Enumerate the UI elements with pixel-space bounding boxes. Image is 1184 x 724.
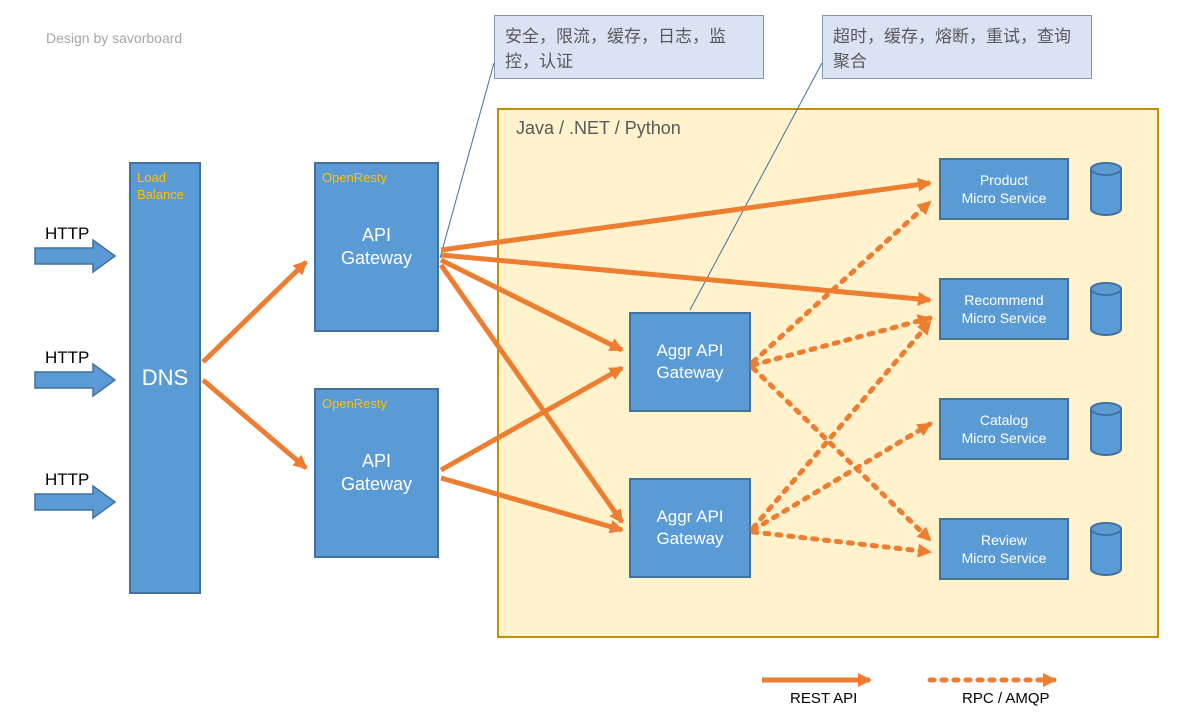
note-aggr: 超时，缓存，熔断，重试，查询聚合 [822, 15, 1092, 79]
load-balance-label: Load Balance [137, 170, 197, 204]
aggr-gateway-1: Aggr APIGateway [629, 312, 751, 412]
api-gateway-1-text: APIGateway [341, 224, 412, 271]
dns-box: DNS [129, 162, 201, 594]
legend-rpc: RPC / AMQP [962, 690, 1050, 707]
aggr-gateway-2: Aggr APIGateway [629, 478, 751, 578]
container-label: Java / .NET / Python [516, 118, 681, 139]
dns-text: DNS [142, 365, 188, 391]
http-label-1: HTTP [45, 224, 89, 244]
service-product: ProductMicro Service [939, 158, 1069, 220]
http-label-2: HTTP [45, 348, 89, 368]
openresty-label-1: OpenResty [322, 170, 387, 185]
aggr-2-text: Aggr APIGateway [656, 506, 723, 550]
legend-rest: REST API [790, 690, 857, 707]
service-recommend-text: RecommendMicro Service [962, 291, 1047, 327]
service-review: ReviewMicro Service [939, 518, 1069, 580]
service-recommend: RecommendMicro Service [939, 278, 1069, 340]
api-gateway-1: APIGateway [314, 162, 439, 332]
note-gateway: 安全，限流，缓存，日志，监控，认证 [494, 15, 764, 79]
design-credit: Design by savorboard [46, 30, 182, 46]
openresty-label-2: OpenResty [322, 396, 387, 411]
aggr-1-text: Aggr APIGateway [656, 340, 723, 384]
api-gateway-2: APIGateway [314, 388, 439, 558]
http-label-3: HTTP [45, 470, 89, 490]
service-review-text: ReviewMicro Service [962, 531, 1047, 567]
service-catalog-text: CatalogMicro Service [962, 411, 1047, 447]
service-product-text: ProductMicro Service [962, 171, 1047, 207]
api-gateway-2-text: APIGateway [341, 450, 412, 497]
service-catalog: CatalogMicro Service [939, 398, 1069, 460]
